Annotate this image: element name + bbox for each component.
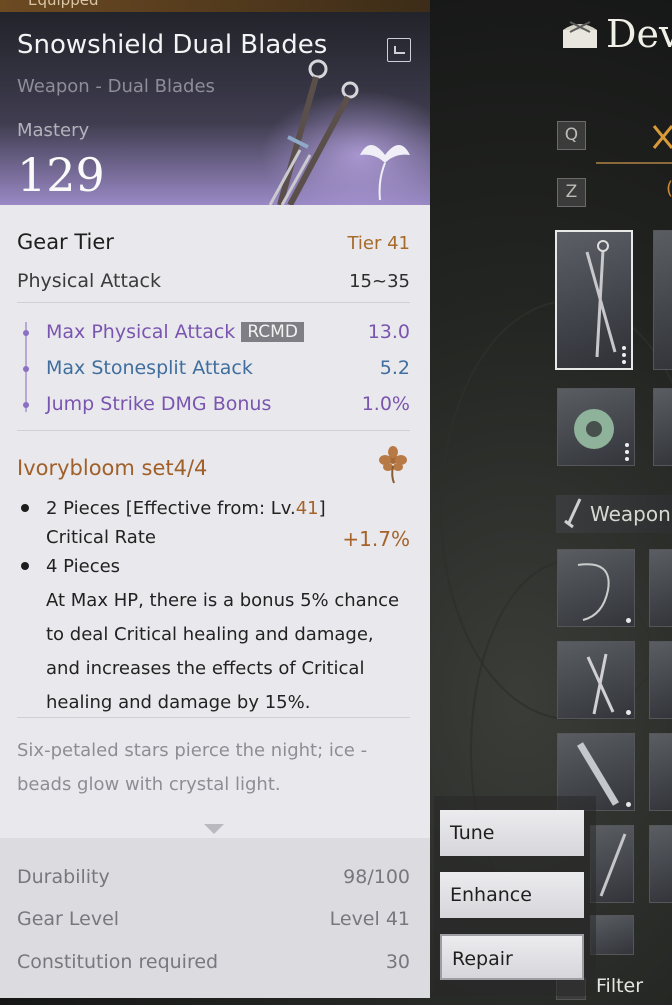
mastery-label: Mastery	[17, 120, 90, 141]
set-piece-4-description: At Max HP, there is a bonus 5% chance to…	[46, 590, 400, 713]
recommended-badge: RCMD	[241, 322, 304, 342]
weapon-slot[interactable]	[649, 549, 672, 627]
substat-label-text: Max Physical Attack	[46, 321, 236, 343]
physical-attack-row: Physical Attack 15~35	[17, 270, 410, 292]
tab-label-fragment: (	[666, 178, 672, 204]
set-piece-2-text: 2 Pieces [Effective from: Lv.	[46, 498, 296, 519]
tab-bar	[596, 118, 672, 164]
inventory-slot[interactable]	[653, 388, 672, 466]
set-piece-2-label: 2 Pieces [Effective from: Lv.41]	[46, 498, 326, 519]
durability-label: Durability	[17, 866, 110, 888]
divider	[17, 717, 410, 718]
slot-indicator	[626, 802, 631, 807]
sword-icon	[564, 498, 582, 529]
weapons-section-header[interactable]: Weapon	[556, 495, 672, 533]
equipped-weapon-slot[interactable]	[555, 230, 633, 370]
constitution-row: Constitution required 30	[17, 951, 410, 973]
substat-dot	[23, 330, 29, 336]
substat-label: Jump Strike DMG Bonus	[46, 393, 272, 415]
weapon-slot[interactable]	[649, 641, 672, 719]
substat-row: Max Stonesplit Attack 5.2	[46, 357, 410, 379]
equipped-label: Equipped	[28, 0, 99, 9]
crossed-swords-icon[interactable]	[652, 124, 672, 150]
substat-label: Max Physical Attack RCMD	[46, 321, 304, 343]
gear-level-row: Gear Level Level 41	[17, 908, 410, 930]
tooltip-footer: Durability 98/100 Gear Level Level 41 Co…	[0, 838, 430, 998]
gear-level-value: Level 41	[329, 908, 410, 930]
enhance-button[interactable]: Enhance	[440, 872, 584, 918]
slot-indicator	[626, 618, 631, 623]
inventory-title: Dev	[560, 12, 672, 56]
tooltip-header: Equipped Snowshield Dual Blades Weapon -…	[0, 0, 430, 205]
substat-value: 13.0	[367, 321, 410, 343]
weapon-slot[interactable]	[649, 825, 672, 903]
weapon-slot[interactable]	[590, 915, 634, 955]
chevron-down-icon[interactable]	[204, 824, 224, 834]
item-type: Weapon - Dual Blades	[17, 76, 215, 97]
inventory-title-text: Dev	[606, 12, 672, 56]
accessory-slot[interactable]	[557, 388, 635, 466]
durability-row: Durability 98/100	[17, 866, 410, 888]
repair-button[interactable]: Repair	[440, 934, 584, 980]
sword-icon	[599, 833, 627, 897]
chest-icon	[563, 21, 597, 48]
ivorybloom-flower-icon	[379, 446, 407, 484]
set-piece-2-stat: Critical Rate	[46, 527, 156, 548]
more-options-icon[interactable]	[625, 440, 630, 461]
weapon-slot[interactable]	[590, 825, 634, 903]
substat-dot	[23, 402, 29, 408]
filter-label[interactable]: Filter	[596, 975, 643, 997]
substat-label: Max Stonesplit Attack	[46, 357, 253, 379]
substat-row: Max Physical Attack RCMD 13.0	[46, 321, 410, 343]
bullet	[21, 562, 29, 570]
equipped-banner: Equipped	[0, 0, 430, 12]
constitution-value: 30	[385, 951, 410, 973]
gear-tier-label: Gear Tier	[17, 230, 114, 254]
gear-tier-value: Tier 41	[347, 233, 410, 254]
physical-attack-value: 15~35	[349, 271, 410, 292]
divider	[17, 302, 410, 303]
bullet	[21, 504, 29, 512]
set-title: Ivorybloom set4/4	[17, 456, 208, 480]
lore-text: Six-petaled stars pierce the night; ice …	[17, 740, 368, 795]
substat-value: 1.0%	[361, 393, 410, 415]
more-options-icon[interactable]	[622, 343, 627, 364]
lotus-flower-icon	[360, 145, 410, 201]
weapons-section-label: Weapon	[590, 502, 671, 526]
set-piece-4-label: 4 Pieces	[46, 556, 121, 577]
set-piece-2-stat-value: +1.7%	[342, 527, 410, 551]
dual-blades-icon	[586, 653, 615, 715]
durability-value: 98/100	[343, 866, 410, 888]
gear-level-label: Gear Level	[17, 908, 120, 930]
tune-button[interactable]: Tune	[440, 810, 584, 856]
divider	[17, 430, 410, 431]
inventory-slot[interactable]	[653, 230, 672, 370]
weapon-slot[interactable]	[557, 549, 635, 627]
key-hint-q[interactable]: Q	[557, 121, 586, 150]
slot-indicator	[626, 710, 631, 715]
substat-value: 5.2	[379, 357, 410, 379]
key-hint-z[interactable]: Z	[557, 178, 586, 207]
constitution-label: Constitution required	[17, 951, 219, 973]
substat-dot	[23, 366, 29, 372]
gear-tier-row: Gear Tier Tier 41	[17, 230, 410, 254]
mastery-value: 129	[17, 148, 105, 202]
substat-row: Jump Strike DMG Bonus 1.0%	[46, 393, 410, 415]
physical-attack-label: Physical Attack	[17, 270, 161, 292]
set-piece-2-close: ]	[318, 498, 326, 519]
weapon-slot[interactable]	[557, 641, 635, 719]
compare-icon[interactable]	[387, 38, 411, 62]
set-piece-2-level: 41	[295, 498, 319, 519]
weapon-slot[interactable]	[649, 733, 672, 811]
rope-dart-icon	[577, 563, 610, 621]
item-tooltip: Equipped Snowshield Dual Blades Weapon -…	[0, 0, 430, 998]
